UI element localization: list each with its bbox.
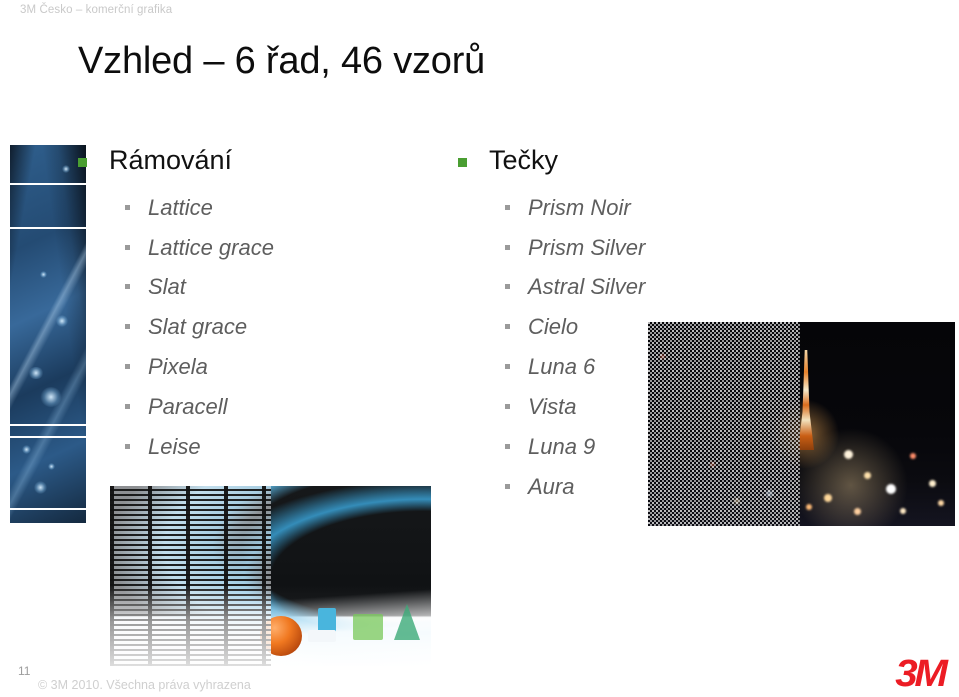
list-item: Lattice (125, 192, 408, 224)
prop-block (353, 614, 383, 640)
list-item: Lattice grace (125, 232, 408, 264)
gray-square-bullet-icon (125, 444, 130, 450)
list-item: Leise (125, 431, 408, 463)
list-item-label: Aura (528, 473, 575, 499)
gray-square-bullet-icon (125, 284, 130, 290)
city-light (844, 450, 853, 459)
gray-square-bullet-icon (505, 444, 510, 450)
list-item: Slat (125, 271, 408, 303)
strip-band (10, 145, 86, 183)
gray-square-bullet-icon (125, 364, 130, 370)
list-item-label: Cielo (528, 314, 579, 340)
list-item-label: Lattice grace (148, 234, 274, 260)
list-item-label: Leise (148, 434, 201, 460)
gray-square-bullet-icon (505, 483, 510, 489)
city-light (910, 453, 916, 459)
column-heading-label: Rámování (109, 145, 233, 175)
list-item: Prism Noir (505, 192, 778, 224)
strip-band (10, 229, 86, 424)
column-heading-row: Tečky (458, 145, 778, 176)
lattice-film-fade (110, 486, 271, 666)
list-item-label: Luna 9 (528, 434, 596, 460)
list-item-label: Paracell (148, 394, 228, 420)
list-item-label: Prism Silver (528, 234, 646, 260)
column-heading-row: Rámování (78, 145, 408, 176)
green-square-bullet-icon (78, 158, 87, 167)
page-number: 11 (18, 664, 31, 678)
city-light (806, 504, 812, 510)
list-item: Astral Silver (505, 271, 778, 303)
3m-logo: 3M (895, 653, 948, 695)
list-item-label: Luna 6 (528, 354, 596, 380)
gray-square-bullet-icon (505, 364, 510, 370)
strip-band (10, 185, 86, 227)
gray-square-bullet-icon (125, 324, 130, 330)
column-heading-label: Tečky (489, 145, 559, 175)
gray-square-bullet-icon (505, 404, 510, 410)
strip-band (10, 438, 86, 508)
green-square-bullet-icon (458, 158, 467, 167)
gray-square-bullet-icon (505, 284, 510, 290)
copyright-notice: © 3M 2010. Všechna práva vyhrazena (38, 678, 251, 692)
slide-header-label: 3M Česko – komerční grafika (20, 4, 173, 16)
gray-square-bullet-icon (125, 244, 130, 250)
city-light (824, 494, 832, 502)
city-light (864, 472, 871, 479)
slide: 3M Česko – komerční grafika Vzhled – 6 ř… (0, 0, 959, 697)
gray-square-bullet-icon (505, 204, 510, 210)
list-item-label: Pixela (148, 354, 208, 380)
list-item-label: Slat (148, 274, 186, 300)
dots-sample-image (648, 322, 955, 526)
bullet-column-framing: Rámování Lattice Lattice grace Slat Slat… (78, 145, 408, 471)
list-item: Paracell (125, 391, 408, 423)
list-item-label: Prism Noir (528, 194, 631, 220)
gray-square-bullet-icon (505, 244, 510, 250)
list-item-label: Slat grace (148, 314, 248, 340)
gray-square-bullet-icon (505, 324, 510, 330)
list-item-label: Lattice (148, 194, 213, 220)
city-light (938, 500, 944, 506)
page-title: Vzhled – 6 řad, 46 vzorů (78, 40, 486, 82)
list-item: Pixela (125, 351, 408, 383)
gray-square-bullet-icon (125, 204, 130, 210)
strip-band (10, 426, 86, 436)
city-light (929, 480, 936, 487)
lattice-sample-image (110, 486, 431, 666)
list-item: Prism Silver (505, 232, 778, 264)
city-light (854, 508, 861, 515)
prop-block (308, 630, 336, 642)
list-item-label: Vista (528, 394, 577, 420)
city-light (886, 484, 896, 494)
dot-film-overlay (648, 322, 800, 526)
list-item-label: Astral Silver (528, 274, 646, 300)
left-decorative-image-strip (10, 145, 86, 523)
city-light (900, 508, 906, 514)
gray-square-bullet-icon (125, 404, 130, 410)
list-item: Slat grace (125, 311, 408, 343)
strip-band (10, 510, 86, 523)
